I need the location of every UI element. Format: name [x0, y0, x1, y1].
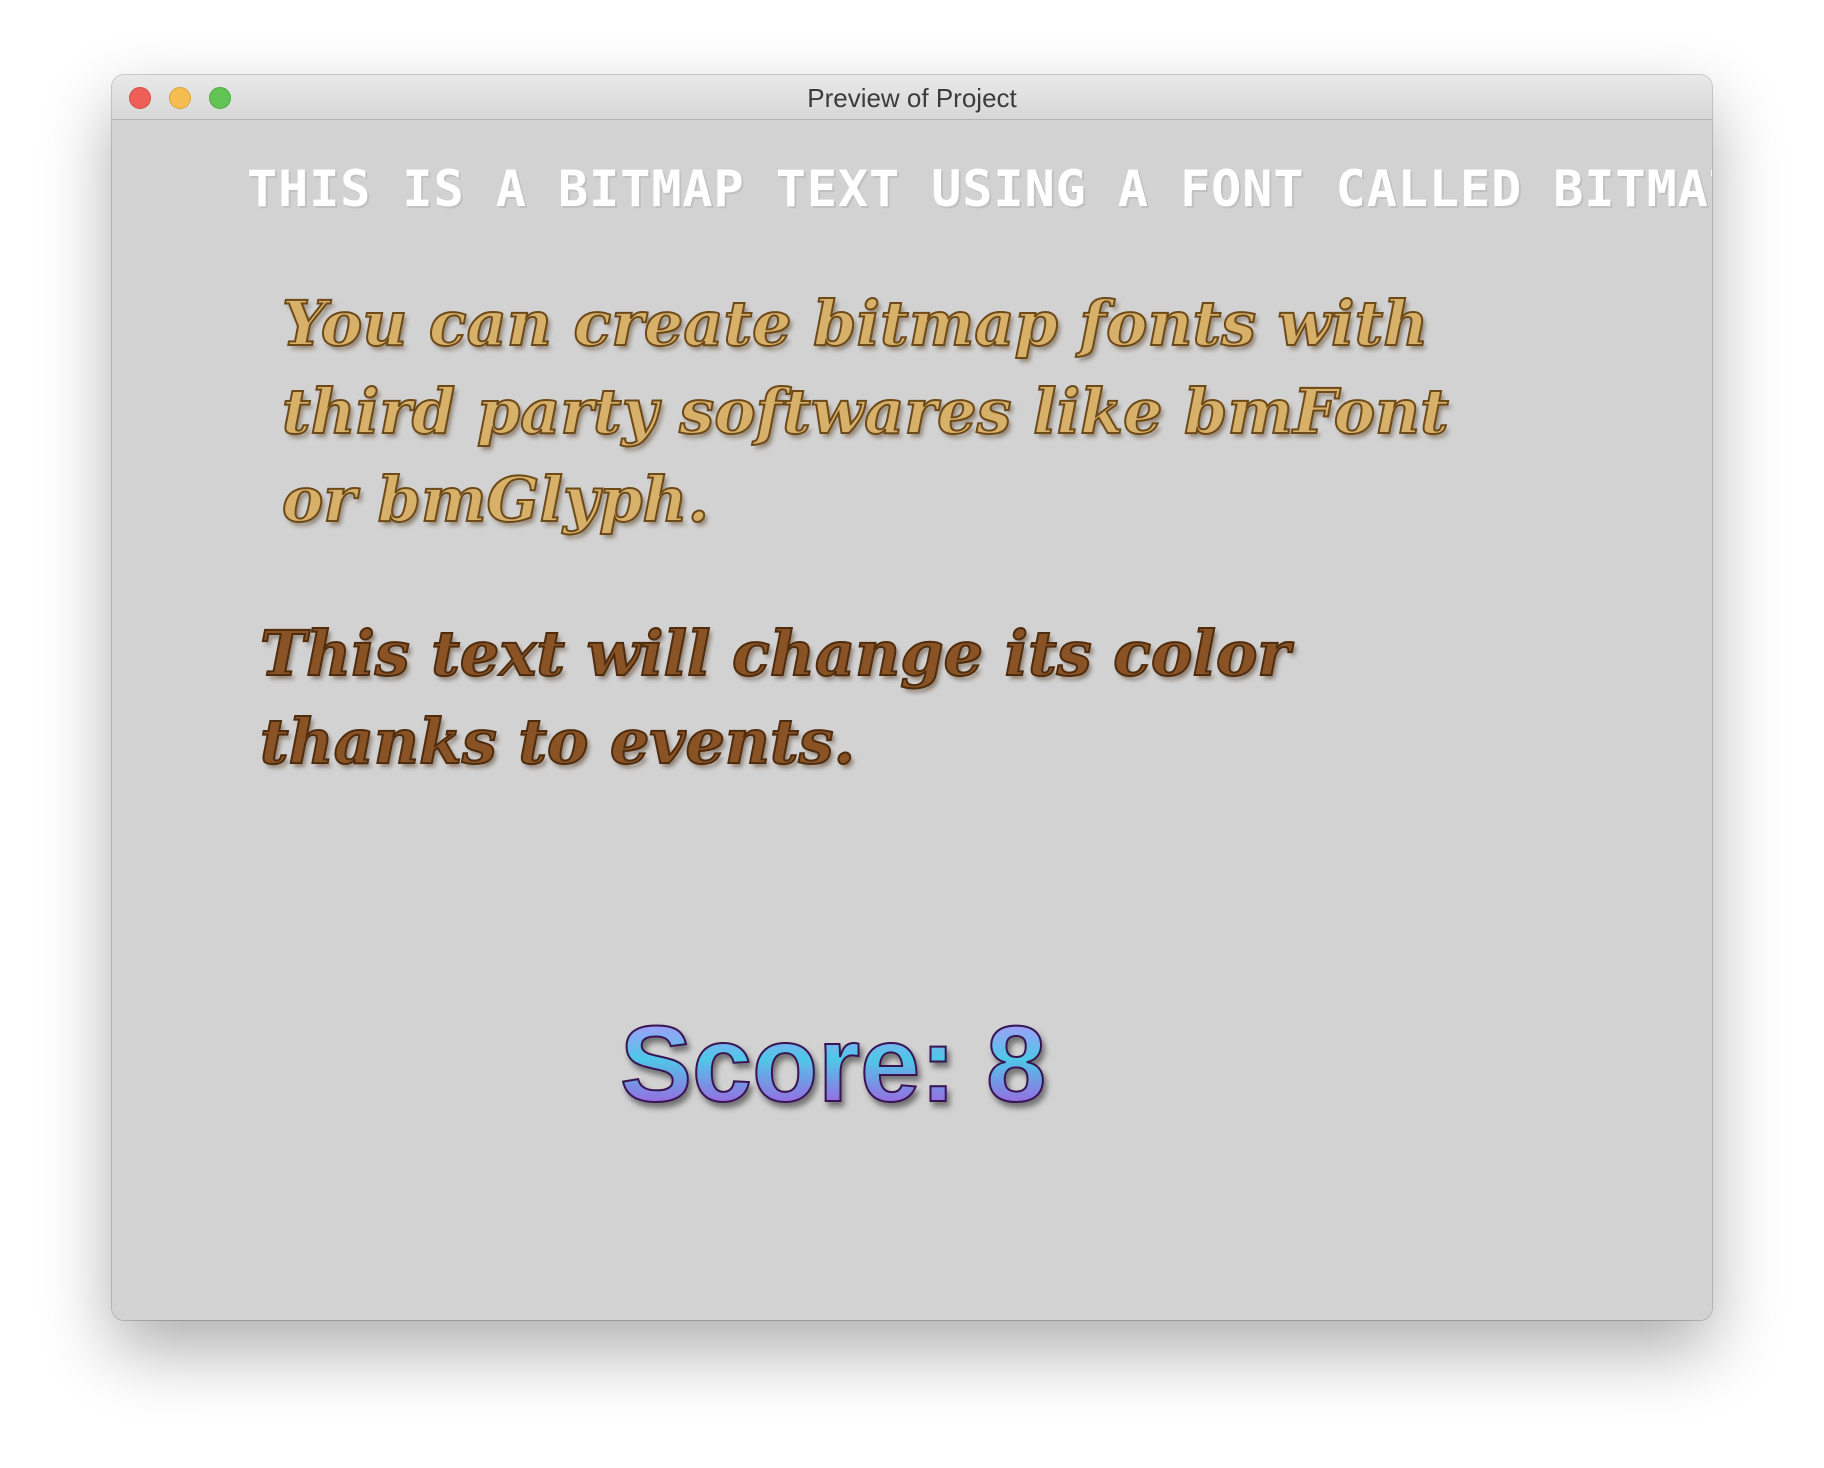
window-title: Preview of Project [807, 83, 1017, 113]
bitmap-font-info-text: You can create bitmap fonts with third p… [281, 286, 1450, 537]
color-change-text: This text will change its color thanks t… [259, 616, 1291, 779]
score-text: Score: 8 [619, 1003, 1047, 1124]
title-bar[interactable]: Preview of Project [112, 75, 1712, 120]
bitmap-text-label: THIS IS A BITMAP TEXT USING A FONT CALLE… [247, 160, 1712, 218]
preview-window: Preview of Project THIS IS A BITMAP TEXT… [112, 75, 1712, 1320]
game-scene[interactable]: THIS IS A BITMAP TEXT USING A FONT CALLE… [112, 120, 1712, 1320]
